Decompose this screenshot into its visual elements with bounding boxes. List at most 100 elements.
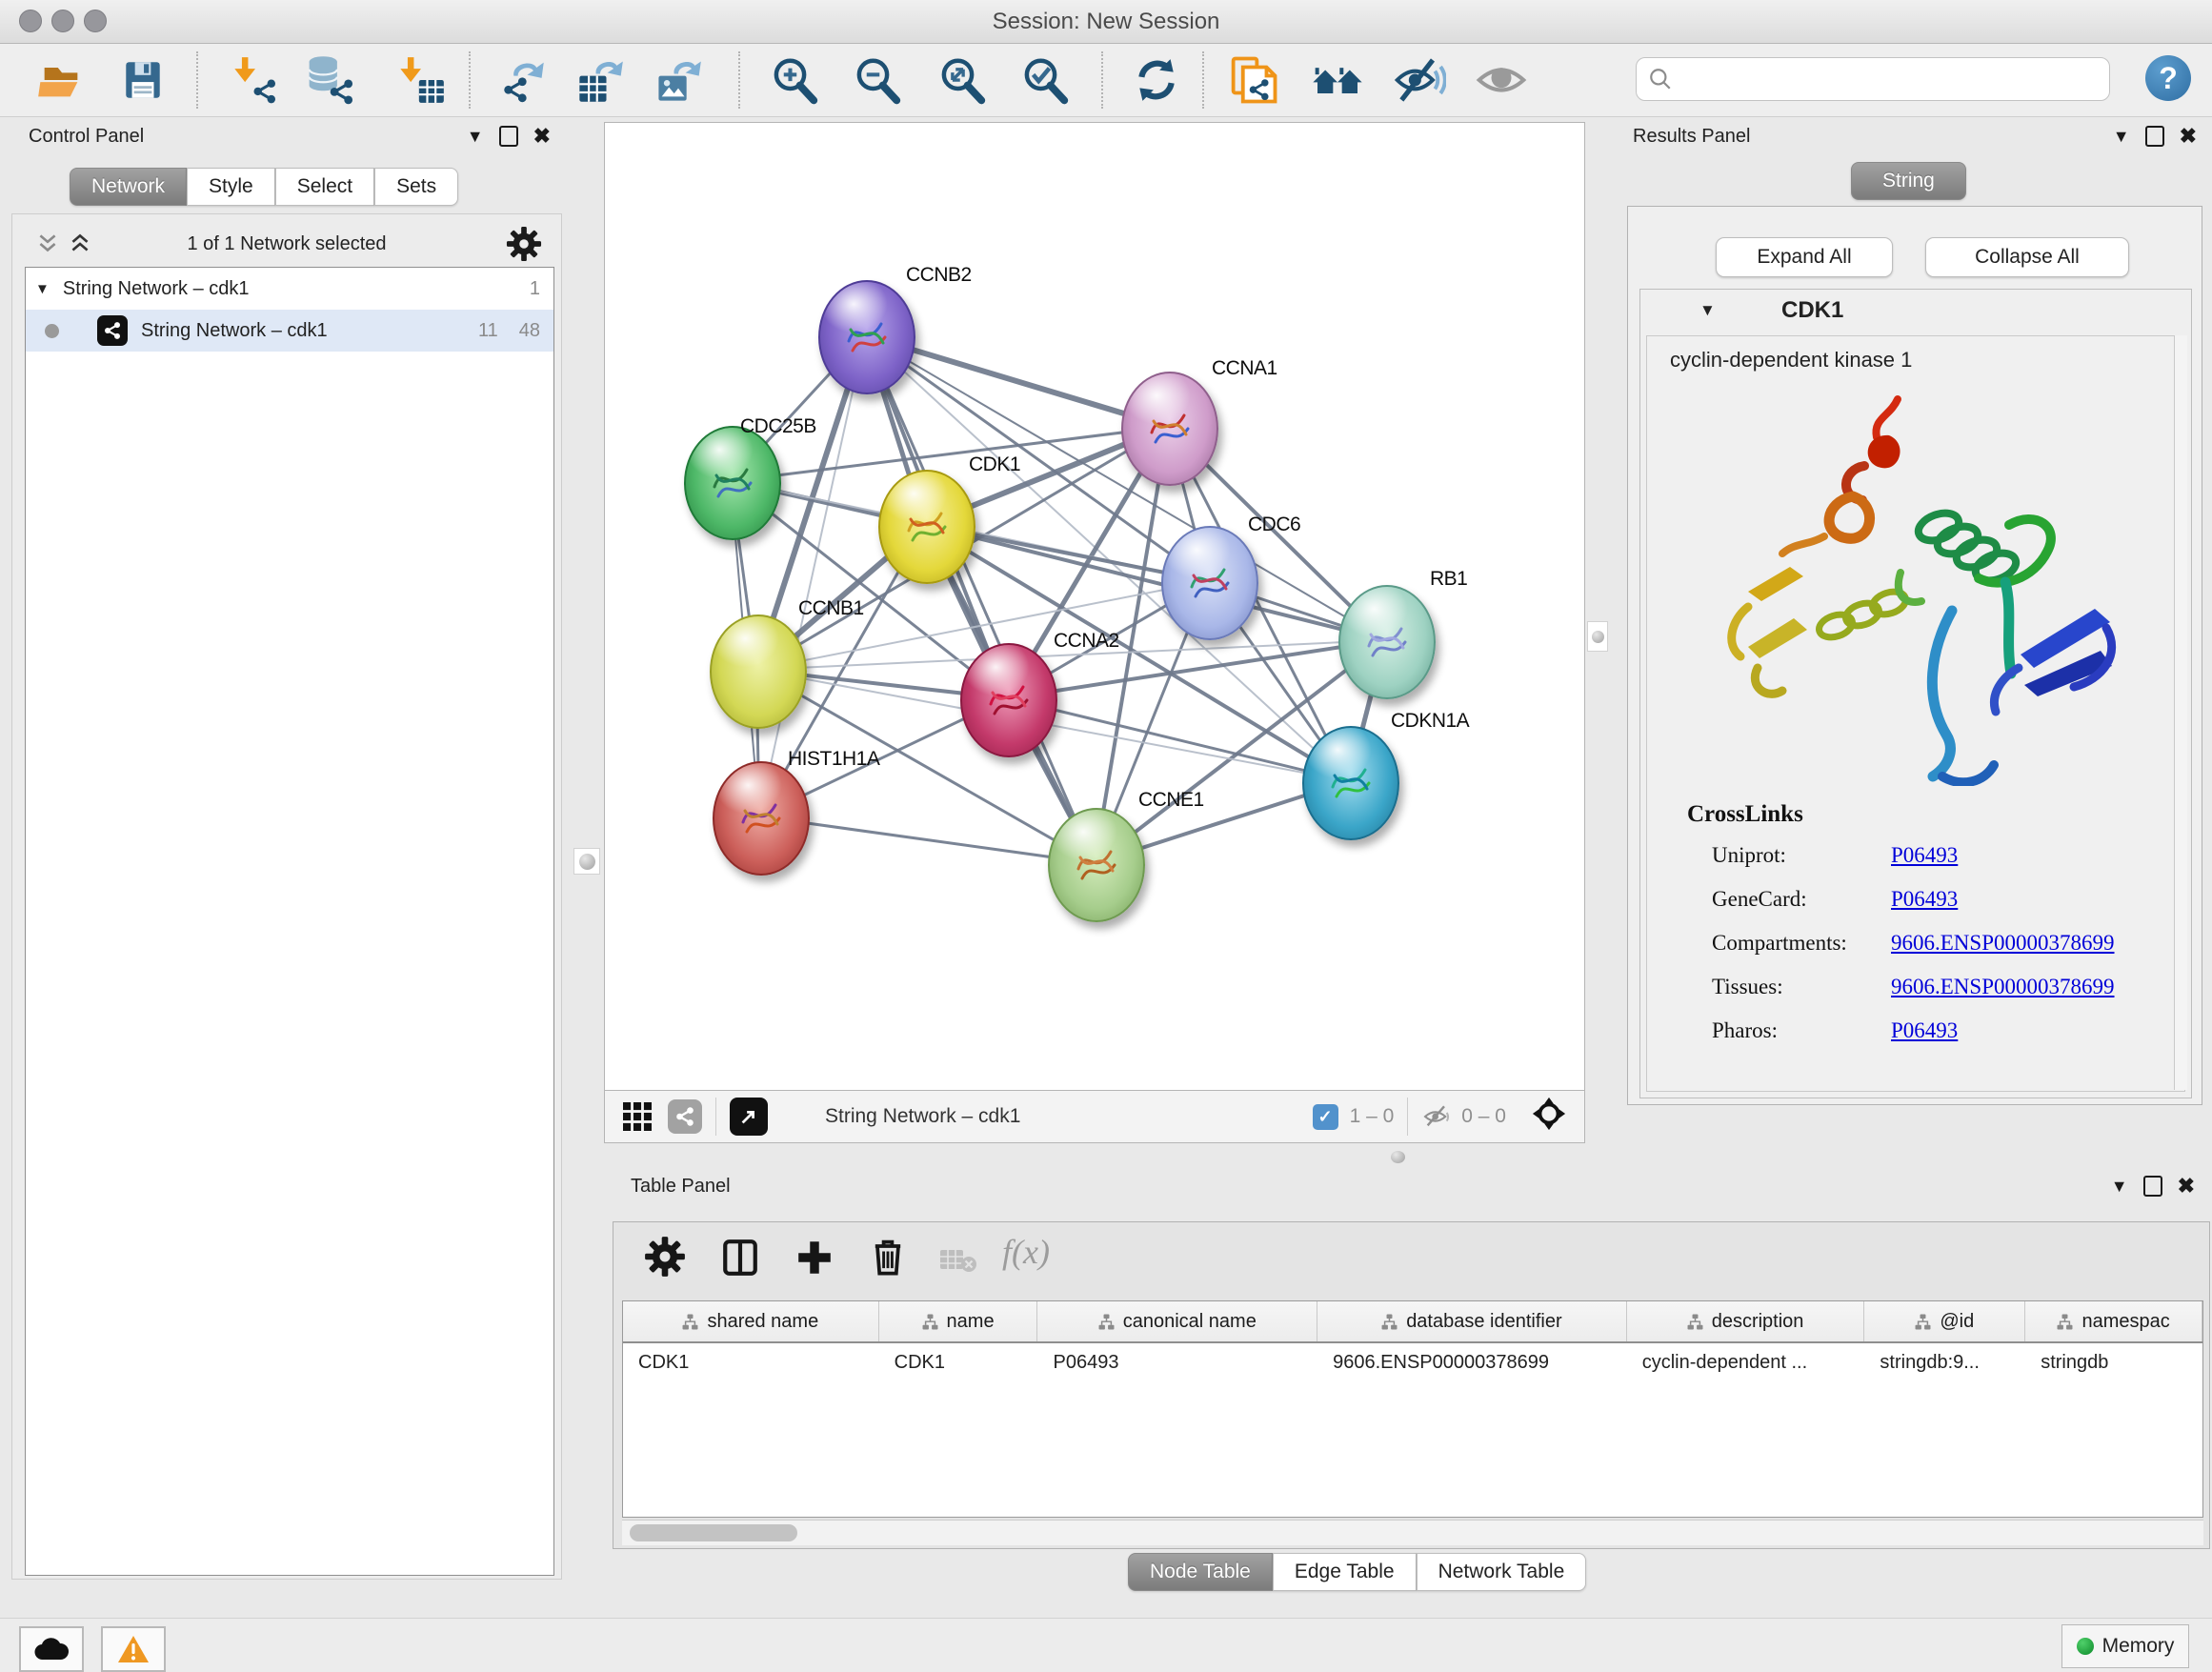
tab-sets[interactable]: Sets: [374, 168, 458, 206]
expand-all-button[interactable]: Expand All: [1716, 237, 1893, 277]
table-row[interactable]: CDK1CDK1P064939606.ENSP00000378699cyclin…: [623, 1343, 2202, 1381]
column-header-database-identifier[interactable]: database identifier: [1317, 1301, 1627, 1341]
network-node-CCNB2[interactable]: [818, 280, 915, 394]
memory-button[interactable]: Memory: [2061, 1624, 2189, 1668]
show-panel-button[interactable]: [1475, 53, 1528, 107]
toolbar-separator: [196, 51, 198, 109]
column-header-name[interactable]: name: [879, 1301, 1038, 1341]
import-table-button[interactable]: [394, 53, 448, 107]
results-panel-close-button[interactable]: ✖: [2180, 126, 2197, 147]
home-networks-button[interactable]: [1311, 53, 1364, 107]
export-network-button[interactable]: [495, 53, 549, 107]
network-node-CDK1[interactable]: [878, 470, 975, 584]
apply-layout-button[interactable]: [1130, 53, 1183, 107]
table-cell[interactable]: stringdb:9...: [1864, 1352, 2025, 1374]
table-cell[interactable]: CDK1: [623, 1352, 879, 1374]
results-panel-maximize-button[interactable]: [2145, 126, 2164, 147]
tab-edge-table[interactable]: Edge Table: [1273, 1553, 1417, 1591]
detach-view-button[interactable]: [730, 1098, 768, 1136]
create-column-button[interactable]: [794, 1238, 835, 1283]
tab-select[interactable]: Select: [275, 168, 374, 206]
warnings-button[interactable]: [101, 1626, 166, 1672]
table-cell[interactable]: cyclin-dependent ...: [1627, 1352, 1865, 1374]
birdseye-button[interactable]: [1531, 1096, 1567, 1138]
crosslink-label: Pharos:: [1712, 1018, 1891, 1043]
table-cell[interactable]: P06493: [1037, 1352, 1317, 1374]
column-header-@id[interactable]: @id: [1864, 1301, 2025, 1341]
network-node-CDKN1A[interactable]: [1302, 726, 1399, 840]
results-scrollbar[interactable]: [2174, 335, 2187, 1090]
network-view-mode-button[interactable]: [668, 1099, 702, 1134]
tab-network[interactable]: Network: [70, 168, 187, 206]
crosslink-link[interactable]: P06493: [1891, 1018, 1958, 1043]
column-header-description[interactable]: description: [1627, 1301, 1865, 1341]
table-cell[interactable]: CDK1: [879, 1352, 1038, 1374]
network-node-CDC6[interactable]: [1161, 526, 1258, 640]
table-horizontal-scrollbar[interactable]: [622, 1520, 2203, 1545]
table-panel-float-button[interactable]: ▼: [2111, 1178, 2128, 1195]
table-options-button[interactable]: [644, 1236, 686, 1278]
network-node-CDC25B[interactable]: [684, 426, 781, 540]
results-panel-float-button[interactable]: ▼: [2113, 128, 2130, 145]
delete-table-button[interactable]: [939, 1247, 977, 1279]
export-table-button[interactable]: [573, 53, 627, 107]
column-header-shared-name[interactable]: shared name: [623, 1301, 879, 1341]
table-cell[interactable]: stringdb: [2025, 1352, 2202, 1374]
search-field[interactable]: [1673, 68, 2077, 91]
right-splitter-handle[interactable]: [1587, 621, 1608, 652]
zoom-in-button[interactable]: [768, 53, 821, 107]
collection-expand-arrow-icon[interactable]: ▼: [35, 281, 50, 297]
control-panel-close-button[interactable]: ✖: [533, 126, 551, 147]
global-search-input[interactable]: [1636, 57, 2110, 101]
network-node-RB1[interactable]: [1338, 585, 1436, 699]
zoom-selected-button[interactable]: [1018, 53, 1072, 107]
import-network-from-database-button[interactable]: [303, 53, 356, 107]
network-collection-row[interactable]: ▼ String Network – cdk1 1: [26, 268, 553, 310]
crosslink-link[interactable]: 9606.ENSP00000378699: [1891, 931, 2115, 956]
zoom-out-button[interactable]: [851, 53, 904, 107]
network-edge[interactable]: [865, 335, 1095, 863]
function-builder-button[interactable]: f(x): [1002, 1232, 1050, 1272]
selected-items-checkbox[interactable]: ✓: [1313, 1104, 1338, 1130]
help-button[interactable]: ?: [2145, 55, 2191, 101]
zoom-fit-button[interactable]: [935, 53, 989, 107]
bottom-splitter-handle[interactable]: [1391, 1151, 1405, 1163]
network-node-CCNE1[interactable]: [1048, 808, 1145, 922]
string-import-button[interactable]: [1227, 53, 1280, 107]
control-panel-float-button[interactable]: ▼: [467, 128, 484, 145]
left-splitter-handle[interactable]: [573, 848, 600, 875]
control-panel-maximize-button[interactable]: [499, 126, 518, 147]
grid-view-button[interactable]: [620, 1099, 654, 1134]
toolbar-separator: [469, 51, 471, 109]
section-collapse-arrow-icon[interactable]: ▼: [1699, 301, 1716, 320]
tab-string[interactable]: String: [1851, 162, 1966, 200]
network-node-CCNA2[interactable]: [960, 643, 1057, 757]
tab-style[interactable]: Style: [187, 168, 275, 206]
tab-node-table[interactable]: Node Table: [1128, 1553, 1273, 1591]
network-node-CCNA1[interactable]: [1121, 372, 1218, 486]
network-options-button[interactable]: [506, 226, 542, 262]
table-panel-maximize-button[interactable]: [2143, 1176, 2162, 1197]
hide-panel-button[interactable]: [1393, 53, 1446, 107]
export-image-button[interactable]: [652, 53, 705, 107]
import-network-button[interactable]: [229, 53, 282, 107]
tab-network-table[interactable]: Network Table: [1417, 1553, 1587, 1591]
show-columns-button[interactable]: [720, 1238, 760, 1283]
network-node-HIST1H1A[interactable]: [713, 761, 810, 876]
save-session-button[interactable]: [116, 53, 170, 107]
network-node-CCNB1[interactable]: [710, 614, 807, 729]
network-canvas[interactable]: CCNB2CCNA1CDC25BCDK1CDC6RB1CCNB1CCNA2CDK…: [604, 122, 1585, 1091]
column-header-canonical-name[interactable]: canonical name: [1037, 1301, 1317, 1341]
scrollbar-thumb[interactable]: [630, 1524, 797, 1541]
collapse-all-button[interactable]: Collapse All: [1925, 237, 2129, 277]
network-row-selected[interactable]: String Network – cdk1 11 48: [26, 310, 553, 352]
open-session-button[interactable]: [34, 53, 88, 107]
crosslink-link[interactable]: P06493: [1891, 887, 1958, 912]
crosslink-link[interactable]: 9606.ENSP00000378699: [1891, 975, 2115, 999]
column-header-namespac[interactable]: namespac: [2025, 1301, 2202, 1341]
cloud-status-button[interactable]: [19, 1626, 84, 1672]
delete-column-button[interactable]: [867, 1236, 909, 1283]
table-panel-close-button[interactable]: ✖: [2178, 1176, 2195, 1197]
table-cell[interactable]: 9606.ENSP00000378699: [1317, 1352, 1627, 1374]
crosslink-link[interactable]: P06493: [1891, 843, 1958, 868]
